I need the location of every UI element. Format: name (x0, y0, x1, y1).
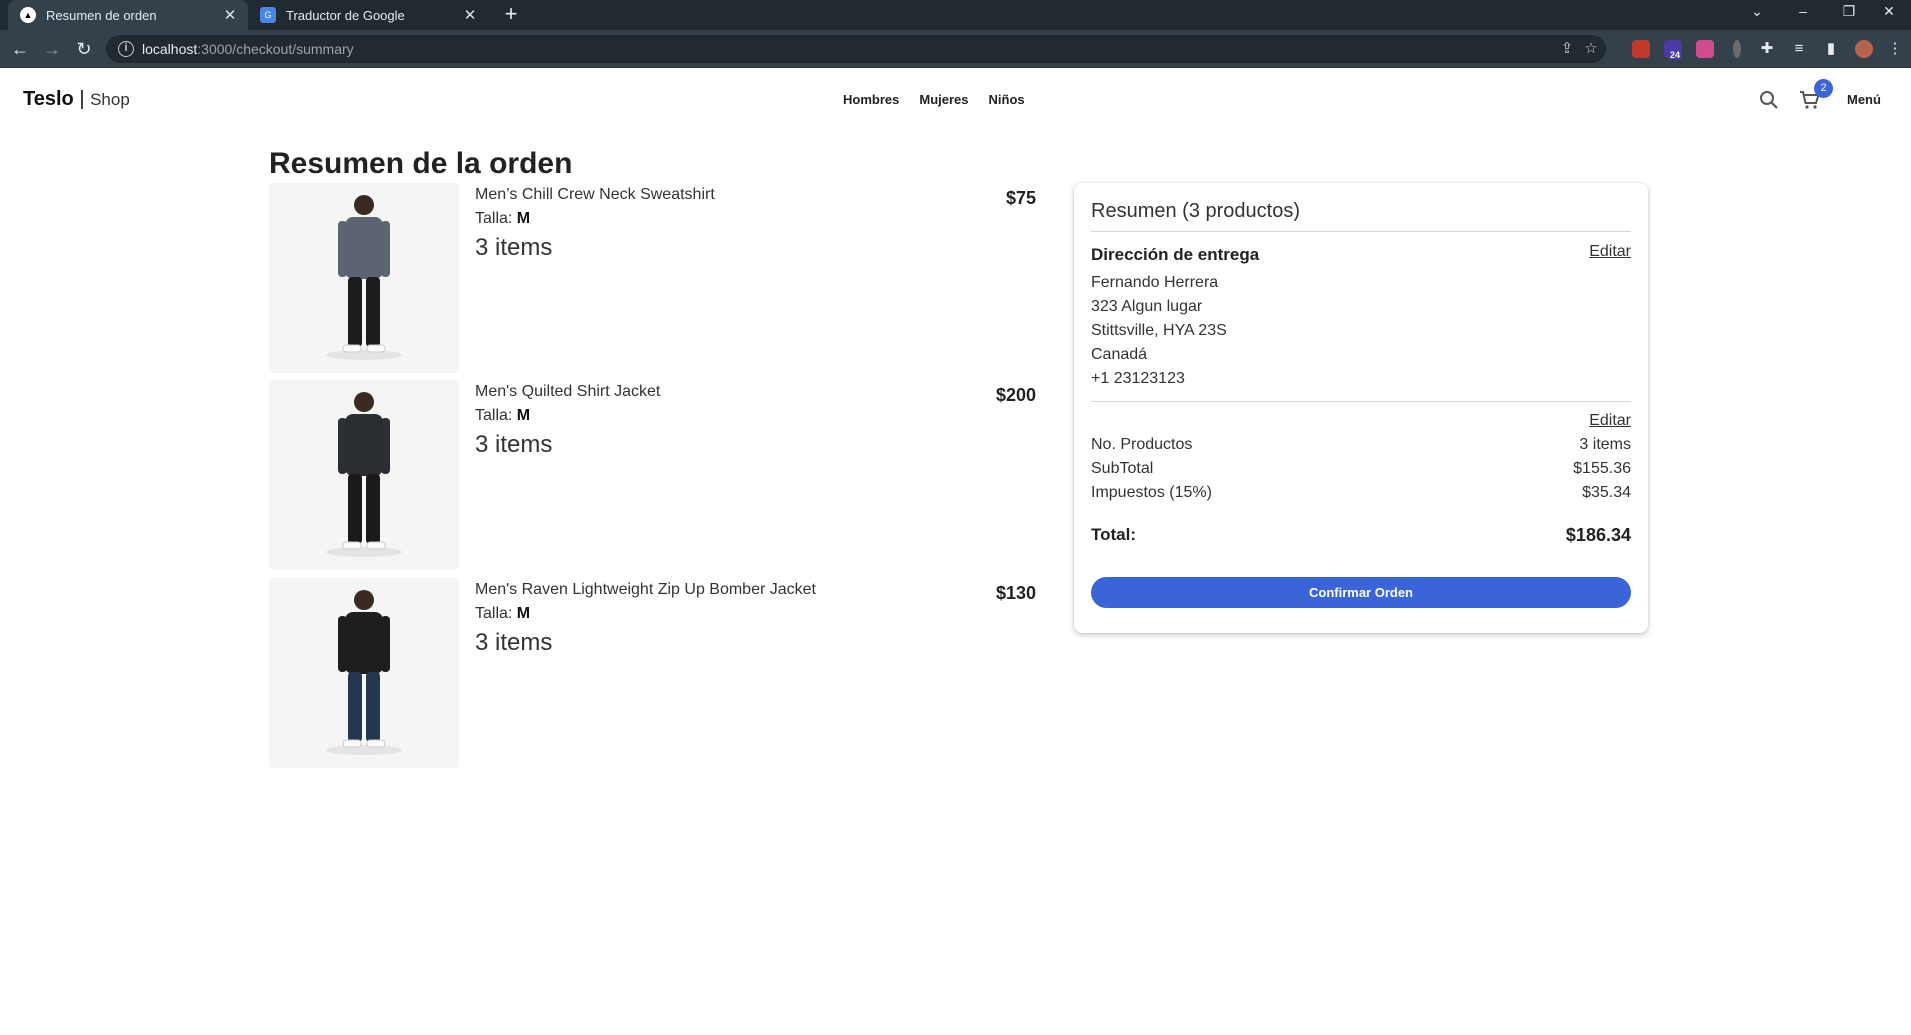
order-summary-card: Resumen (3 productos) Dirección de entre… (1074, 183, 1648, 633)
address-line: Fernando Herrera (1091, 274, 1219, 291)
nav-link-hombres[interactable]: Hombres (843, 92, 899, 107)
reading-list-icon[interactable]: ≡ (1790, 40, 1808, 58)
product-model-illustration (326, 392, 402, 557)
address-line: Canadá (1091, 346, 1148, 363)
product-quantity: 3 items (475, 629, 553, 656)
product-image[interactable] (269, 578, 459, 768)
share-icon[interactable]: ⇪ (1558, 40, 1576, 58)
tab-resumen-de-orden[interactable]: ▲ Resumen de orden ✕ (8, 0, 248, 30)
product-name[interactable]: Men's Quilted Shirt Jacket (475, 383, 660, 401)
summary-row-label: No. Productos (1091, 436, 1193, 453)
product-size: Talla: M (475, 605, 530, 623)
confirm-order-button[interactable]: Confirmar Orden (1091, 577, 1631, 608)
summary-row-label: Impuestos (15%) (1091, 484, 1212, 501)
address-line: +1 23123123 (1091, 370, 1185, 387)
close-window-button[interactable]: ✕ (1866, 0, 1911, 26)
close-tab-icon[interactable]: ✕ (220, 6, 240, 24)
product-name[interactable]: Men's Raven Lightweight Zip Up Bomber Ja… (475, 581, 816, 599)
new-tab-button[interactable]: + (498, 2, 524, 28)
product-price: $75 (1005, 188, 1036, 208)
summary-title: Resumen (3 productos) (1091, 200, 1300, 222)
minimize-button[interactable]: – (1780, 0, 1826, 26)
side-panel-icon[interactable]: ▮ (1822, 40, 1840, 58)
edit-cart-link[interactable]: Editar (1589, 412, 1631, 430)
teslo-favicon-icon: ▲ (20, 7, 36, 23)
tab-search-chevron-icon[interactable]: ⌄ (1734, 0, 1780, 26)
product-image[interactable] (269, 380, 459, 570)
nav-link-mujeres[interactable]: Mujeres (919, 92, 968, 107)
product-item: Men’s Chill Crew Neck Sweatshirt Talla: M… (269, 183, 1039, 373)
product-name[interactable]: Men’s Chill Crew Neck Sweatshirt (475, 186, 715, 204)
product-item: Men's Quilted Shirt Jacket Talla: M 3 item… (269, 380, 1039, 570)
divider (1091, 231, 1631, 232)
extensions-puzzle-icon[interactable]: ✚ (1758, 40, 1776, 58)
address-bar[interactable]: i localhost:3000/checkout/summary ⇪ ☆ (106, 35, 1606, 63)
address-title: Dirección de entrega (1091, 245, 1260, 264)
tab-traductor-de-google[interactable]: G Traductor de Google ✕ (248, 0, 488, 30)
reload-icon[interactable]: ↻ (72, 37, 96, 61)
extension-pink-icon[interactable] (1696, 40, 1714, 58)
total-label: Total: (1091, 525, 1137, 544)
bookmark-star-icon[interactable]: ☆ (1582, 40, 1600, 58)
edit-address-link[interactable]: Editar (1589, 243, 1631, 261)
extension-dot-icon[interactable] (1733, 40, 1741, 58)
more-vert-icon[interactable]: ⋮ (1886, 40, 1904, 58)
divider (1091, 401, 1631, 402)
tab-title: Resumen de orden (46, 7, 157, 23)
google-translate-favicon-icon: G (260, 7, 276, 23)
product-image[interactable] (269, 183, 459, 373)
close-tab-icon[interactable]: ✕ (460, 6, 480, 24)
nav-link-ninos[interactable]: Niños (989, 92, 1025, 107)
product-quantity: 3 items (475, 234, 553, 261)
site-info-icon[interactable]: i (118, 41, 134, 57)
product-model-illustration (326, 590, 402, 755)
url-host: localhost (142, 41, 198, 57)
app-navbar: Teslo | Shop Hombres Mujeres Niños Menú (0, 68, 1911, 132)
size-label: Talla: (475, 407, 517, 424)
summary-row-value: 3 items (1579, 436, 1631, 453)
product-quantity: 3 items (475, 431, 553, 458)
brand-logo[interactable]: Teslo | Shop (23, 88, 130, 111)
tab-title: Traductor de Google (286, 7, 405, 23)
product-price: $200 (995, 385, 1036, 405)
browser-tab-strip: ▲ Resumen de orden ✕ G Traductor de Goog… (0, 0, 1911, 30)
size-label: Talla: (475, 605, 517, 622)
menu-button[interactable]: Menú (1847, 92, 1881, 107)
extension-red-icon[interactable] (1632, 40, 1650, 58)
address-line: Stittsville, HYA 23S (1091, 322, 1227, 339)
size-label: Talla: (475, 210, 517, 227)
category-nav: Hombres Mujeres Niños (843, 92, 1025, 107)
brand-name: Teslo (23, 88, 74, 110)
size-value: M (516, 605, 531, 622)
summary-row-value: $35.34 (1582, 484, 1631, 501)
summary-row-value: $155.36 (1573, 460, 1631, 477)
brand-sub: Shop (90, 90, 130, 109)
summary-row-label: SubTotal (1091, 460, 1154, 477)
address-line: 323 Algun lugar (1091, 298, 1203, 315)
back-arrow-icon[interactable]: ← (8, 37, 32, 61)
page-title: Resumen de la orden (269, 147, 573, 180)
brand-separator: | (73, 88, 91, 110)
browser-toolbar: ← → ↻ i localhost:3000/checkout/summary … (0, 30, 1911, 68)
product-size: Talla: M (475, 407, 530, 425)
product-price: $130 (995, 583, 1036, 603)
size-value: M (516, 407, 531, 424)
size-value: M (516, 210, 531, 227)
forward-arrow-icon[interactable]: → (40, 37, 64, 61)
product-item: Men's Raven Lightweight Zip Up Bomber Ja… (269, 578, 1039, 768)
product-model-illustration (326, 195, 402, 360)
url-text[interactable]: localhost:3000/checkout/summary (142, 41, 354, 57)
url-path: :3000/checkout/summary (197, 41, 354, 57)
search-icon[interactable] (1757, 88, 1781, 112)
total-value: $186.34 (1565, 525, 1631, 545)
profile-avatar[interactable] (1855, 40, 1873, 58)
cart-count-badge: 2 (1814, 79, 1833, 98)
product-size: Talla: M (475, 210, 530, 228)
extension-badge: 24 (1668, 50, 1683, 60)
